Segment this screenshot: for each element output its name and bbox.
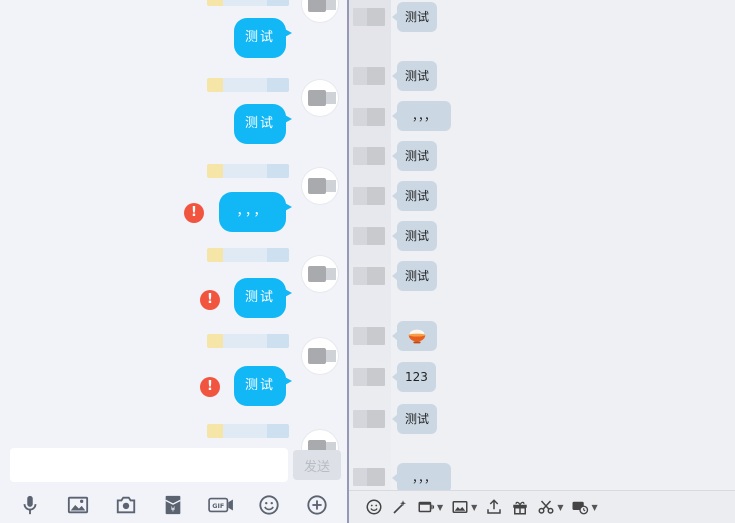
desktop-chat-pane: 测试 测试 ，，， 测试 测试 测试 测试 123 测试 ，，， ▼ ▼ ▼ ▼ [349,0,735,523]
image-icon[interactable]: ▼ [451,496,477,518]
avatar[interactable] [353,187,385,205]
avatar[interactable] [302,256,338,292]
sender-name-blurred [207,164,289,178]
emoji-icon[interactable] [254,490,284,520]
avatar[interactable] [302,80,338,116]
scissors-icon[interactable]: ▼ [537,496,563,518]
avatar[interactable] [353,67,385,85]
rice-bowl-sticker-icon [408,329,426,344]
send-failed-icon[interactable]: ! [200,290,220,310]
sender-name-blurred [207,334,289,348]
chevron-down-icon[interactable]: ▼ [557,503,563,512]
send-button[interactable]: 发送 [293,450,341,480]
message-row: ! 测试 [0,246,347,326]
microphone-icon[interactable] [15,490,45,520]
avatar[interactable] [302,168,338,204]
sender-name-blurred [207,424,289,438]
message-row: 测试 [0,0,347,68]
message-row: ! ，，， [0,162,347,242]
chevron-down-icon[interactable]: ▼ [471,503,477,512]
message-bubble[interactable]: 测试 [234,18,292,58]
plus-icon[interactable] [302,490,332,520]
send-failed-icon[interactable]: ! [184,203,204,223]
camera-icon[interactable] [111,490,141,520]
desktop-toolbar: ▼ ▼ ▼ ▼ [349,490,735,523]
red-envelope-icon[interactable]: ¥ [158,490,188,520]
sender-name-blurred [207,248,289,262]
gift-icon[interactable] [511,496,529,518]
avatar[interactable] [353,8,385,26]
avatar[interactable] [302,338,338,374]
avatar[interactable] [353,468,385,486]
svg-text:GIF: GIF [213,502,225,510]
window-shake-icon[interactable]: ▼ [417,496,443,518]
chevron-down-icon[interactable]: ▼ [591,503,597,512]
avatar[interactable] [353,267,385,285]
message-bubble[interactable]: 测试 [234,104,292,144]
message-bubble[interactable]: 测试 [391,61,438,91]
message-input[interactable] [10,448,288,482]
image-icon[interactable] [63,490,93,520]
magic-wand-icon[interactable] [391,496,409,518]
input-bar: 发送 [0,446,347,486]
message-bubble[interactable]: 测试 [391,181,438,211]
avatar[interactable] [353,108,385,126]
send-failed-icon[interactable]: ! [200,377,220,397]
avatar[interactable] [353,410,385,428]
svg-text:¥: ¥ [171,504,176,513]
mobile-chat-pane: 测试 测试 ! ，，， ! 测试 ! 测试 发送 ¥ GIF [0,0,347,523]
avatar[interactable] [353,327,385,345]
message-bubble[interactable]: 测试 [391,261,438,291]
bottom-toolbar: ¥ GIF [0,487,347,523]
message-bubble[interactable]: 测试 [391,404,438,434]
message-bubble[interactable]: ，，， [392,101,451,131]
emoji-icon[interactable] [365,496,383,518]
sender-name-blurred [207,78,289,92]
avatar[interactable] [302,0,338,22]
message-bubble[interactable]: 测试 [391,221,438,251]
message-bubble[interactable]: 测试 [234,278,292,318]
avatar[interactable] [353,147,385,165]
message-row: ! 测试 [0,332,347,412]
message-row: 测试 [0,76,347,156]
avatar[interactable] [353,227,385,245]
sender-name-blurred [207,0,289,6]
avatar[interactable] [353,368,385,386]
gif-icon[interactable]: GIF [206,490,236,520]
message-bubble[interactable]: 测试 [391,2,438,32]
message-bubble[interactable]: ，，， [392,463,451,493]
chevron-down-icon[interactable]: ▼ [437,503,443,512]
message-bubble[interactable]: ，，， [219,192,292,232]
message-row [0,420,347,466]
message-bubble[interactable]: 123 [392,362,436,392]
message-bubble[interactable]: 测试 [391,141,438,171]
message-bubble[interactable]: 测试 [234,366,292,406]
chat-record-icon[interactable]: ▼ [571,496,598,518]
sticker-bubble[interactable] [392,321,437,351]
upload-icon[interactable] [485,496,503,518]
